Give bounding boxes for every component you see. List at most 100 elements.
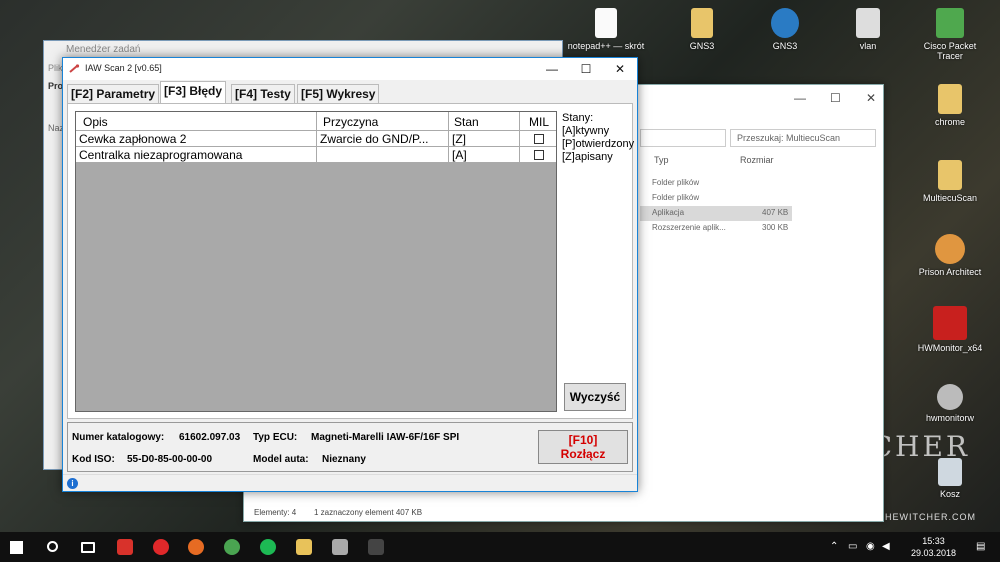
header-mil[interactable]: MIL bbox=[520, 112, 556, 130]
close-button[interactable]: ✕ bbox=[605, 60, 635, 78]
desktop-icon-hwmonitor[interactable]: HWMonitor_x64 bbox=[910, 306, 990, 353]
opera-icon[interactable] bbox=[153, 539, 169, 555]
gear-icon bbox=[937, 384, 963, 410]
app-icon[interactable] bbox=[332, 539, 348, 555]
iaw-scan-window[interactable]: IAW Scan 2 [v0.65] — ☐ ✕ [F2] Parametry … bbox=[62, 57, 638, 492]
task-view-icon[interactable] bbox=[81, 542, 95, 553]
firefox-icon[interactable] bbox=[188, 539, 204, 555]
cell-przyczyna: Zwarcie do GND/P... bbox=[317, 131, 449, 146]
cell-mil bbox=[520, 131, 556, 146]
gns3-icon bbox=[771, 8, 799, 38]
tray-network-icon[interactable]: ◉ bbox=[866, 541, 875, 552]
cell-stan: [A] bbox=[449, 147, 520, 162]
folder-icon bbox=[691, 8, 713, 38]
legend-aktywny: [A]ktywny bbox=[562, 125, 610, 137]
maximize-icon[interactable]: ☐ bbox=[830, 91, 841, 105]
hwmonitor-icon bbox=[933, 306, 967, 340]
witcher-watermark-url: THEWITCHER.COM bbox=[878, 512, 976, 522]
iso-value: 55-D0-85-00-00-00 bbox=[127, 454, 213, 465]
window-title: IAW Scan 2 [v0.65] bbox=[85, 63, 162, 73]
list-item-selected[interactable]: Aplikacja 407 KB bbox=[640, 206, 792, 221]
close-icon[interactable]: ✕ bbox=[866, 91, 876, 105]
clear-errors-button[interactable]: Wyczyść bbox=[564, 383, 626, 411]
explorer-search-input[interactable]: Przeszukaj: MultiecuScan bbox=[730, 129, 876, 147]
desktop-icon-prison-architect[interactable]: Prison Architect bbox=[910, 234, 990, 277]
file-explorer-icon[interactable] bbox=[296, 539, 312, 555]
mil-checkbox[interactable] bbox=[534, 134, 544, 144]
desktop-icon-gns3-folder[interactable]: GNS3 bbox=[662, 8, 742, 51]
cell-opis: Cewka zapłonowa 2 bbox=[76, 131, 317, 146]
grid-header: Opis Przyczyna Stan MIL bbox=[76, 112, 556, 131]
model-value: Nieznany bbox=[322, 454, 366, 465]
tray-volume-icon[interactable]: ◀ bbox=[882, 541, 890, 552]
list-item[interactable]: Rozszerzenie aplik... 300 KB bbox=[640, 221, 792, 236]
cell-stan: [Z] bbox=[449, 131, 520, 146]
list-item[interactable]: Folder plików bbox=[640, 176, 792, 191]
menu-file[interactable]: Plik bbox=[48, 63, 63, 73]
errors-grid[interactable]: Opis Przyczyna Stan MIL Cewka zapłonowa … bbox=[75, 111, 557, 412]
minimize-icon[interactable]: — bbox=[794, 91, 806, 105]
table-row[interactable]: Centralka niezaprogramowana [A] bbox=[76, 147, 556, 163]
chrome-icon[interactable] bbox=[224, 539, 240, 555]
tray-monitor-icon[interactable]: ▭ bbox=[848, 541, 857, 552]
info-icon[interactable]: i bbox=[67, 478, 78, 489]
desktop-icon-recycle-bin[interactable]: Kosz bbox=[910, 458, 990, 499]
catalog-label: Numer katalogowy: bbox=[72, 432, 165, 443]
tray-chevron-up-icon[interactable]: ⌃ bbox=[830, 541, 838, 552]
column-type[interactable]: Typ bbox=[654, 155, 669, 165]
taskbar: ⌃ ▭ ◉ ◀ 15:33 29.03.2018 ▤ bbox=[0, 532, 1000, 562]
catalog-value: 61602.097.03 bbox=[179, 432, 241, 443]
table-row[interactable]: Cewka zapłonowa 2 Zwarcie do GND/P... [Z… bbox=[76, 131, 556, 147]
desktop-icon-gns3[interactable]: GNS3 bbox=[745, 8, 825, 51]
cell-przyczyna bbox=[317, 147, 449, 162]
tab-bledy[interactable]: [F3] Błędy bbox=[160, 81, 227, 103]
model-label: Model auta: bbox=[253, 454, 309, 465]
cell-mil bbox=[520, 147, 556, 162]
desktop-icon-vlan[interactable]: vlan bbox=[828, 8, 908, 51]
disconnect-button[interactable]: [F10] Rozłącz bbox=[538, 430, 628, 464]
maximize-button[interactable]: ☐ bbox=[571, 60, 601, 78]
column-size[interactable]: Rozmiar bbox=[740, 155, 774, 165]
minimize-button[interactable]: — bbox=[537, 60, 567, 78]
list-item[interactable]: Folder plików bbox=[640, 191, 792, 206]
iso-label: Kod ISO: bbox=[72, 454, 115, 465]
status-elements: Elementy: 4 bbox=[254, 508, 297, 517]
spotify-icon[interactable] bbox=[260, 539, 276, 555]
desktop-icon-notepad[interactable]: notepad++ — skrót bbox=[566, 8, 646, 51]
tab-wykresy[interactable]: [F5] Wykresy bbox=[297, 84, 380, 103]
folder-icon bbox=[938, 84, 962, 114]
desktop-icon-packet-tracer[interactable]: Cisco Packet Tracer bbox=[910, 8, 990, 61]
clock-date: 29.03.2018 bbox=[910, 548, 956, 558]
packet-tracer-icon bbox=[936, 8, 964, 38]
prison-architect-icon bbox=[935, 234, 965, 264]
address-bar[interactable] bbox=[640, 129, 726, 147]
taskbar-clock[interactable]: 15:33 29.03.2018 bbox=[911, 535, 956, 559]
vlan-icon bbox=[856, 8, 880, 38]
tab-processes[interactable]: Pro bbox=[48, 81, 63, 91]
task-manager-title: Menedżer zadań bbox=[66, 44, 141, 55]
notification-icon[interactable]: ▤ bbox=[976, 541, 985, 552]
clock-time: 15:33 bbox=[922, 536, 945, 546]
desktop-icon-chrome[interactable]: chrome bbox=[910, 84, 990, 127]
notepad-file-icon bbox=[595, 8, 617, 38]
status-selected: 1 zaznaczony element 407 KB bbox=[314, 508, 423, 517]
desktop-icon-multiecuscan[interactable]: MultiecuScan bbox=[910, 160, 990, 203]
tab-parametry[interactable]: [F2] Parametry bbox=[67, 84, 160, 103]
legend-zapisany: [Z]apisany bbox=[562, 151, 613, 163]
header-przyczyna[interactable]: Przyczyna bbox=[317, 112, 449, 130]
legend-title: Stany: bbox=[562, 112, 594, 124]
vivaldi-icon[interactable] bbox=[117, 539, 133, 555]
mil-checkbox[interactable] bbox=[534, 150, 544, 160]
iaw-scan-taskbar-icon[interactable] bbox=[368, 539, 384, 555]
title-bar[interactable]: IAW Scan 2 [v0.65] — ☐ ✕ bbox=[63, 58, 637, 80]
start-windows-icon[interactable] bbox=[10, 541, 23, 554]
header-stan[interactable]: Stan bbox=[449, 112, 520, 130]
search-icon[interactable] bbox=[47, 541, 58, 552]
tab-testy[interactable]: [F4] Testy bbox=[231, 84, 295, 103]
ecu-type-label: Typ ECU: bbox=[253, 432, 298, 443]
disconnect-key: [F10] bbox=[568, 433, 598, 447]
ecu-info-panel: Numer katalogowy: 61602.097.03 Typ ECU: … bbox=[67, 422, 633, 472]
legend-potwierdzony: [P]otwierdzony bbox=[562, 138, 635, 150]
header-opis[interactable]: Opis bbox=[76, 112, 317, 130]
desktop-icon-hwmonitorw[interactable]: hwmonitorw bbox=[910, 384, 990, 423]
